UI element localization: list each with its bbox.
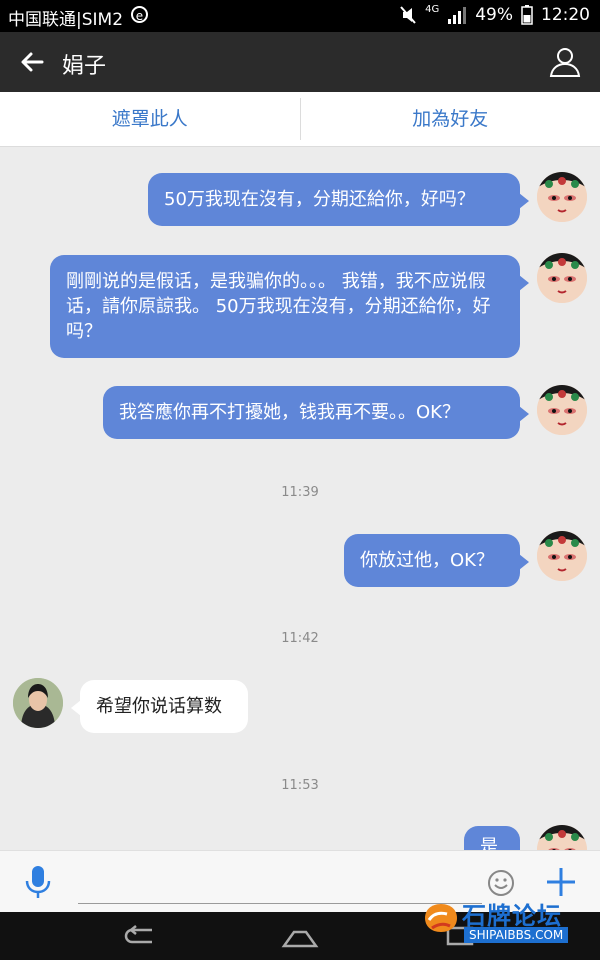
block-user-button[interactable]: 遮罩此人 xyxy=(0,92,300,146)
forum-watermark: 石牌论坛 SHIPAIBBS.COM xyxy=(420,896,596,948)
message-text: 你放过他，OK？ xyxy=(360,550,494,571)
watermark-title: 石牌论坛 xyxy=(462,902,562,930)
clock-label: 12:20 xyxy=(541,5,590,25)
contact-photo-avatar-image xyxy=(13,678,63,728)
message-text: 我答應你再不打擾她，钱我再不要。。OK？ xyxy=(119,402,460,423)
message-text: 是 xyxy=(480,836,498,850)
avatar[interactable] xyxy=(537,825,587,850)
back-arrow-icon[interactable] xyxy=(18,48,46,76)
message-text: 希望你说话算数 xyxy=(96,696,222,717)
message-bubble-out[interactable]: 50万我现在沒有，分期还給你，好吗？ xyxy=(148,173,529,226)
profile-icon[interactable] xyxy=(548,45,582,79)
message-bubble-in[interactable]: 希望你说话算数 xyxy=(71,680,248,733)
avatar[interactable] xyxy=(537,385,587,435)
emoji-icon[interactable] xyxy=(487,869,515,897)
chat-title: 娟子 xyxy=(62,54,107,79)
opera-face-avatar-image xyxy=(537,253,587,303)
message-bubble-out[interactable]: 剛剛说的是假话，是我骗你的。。。 我错，我不应说假话，請你原諒我。 50万我现在… xyxy=(50,255,529,358)
opera-face-avatar-image xyxy=(537,531,587,581)
add-friend-button[interactable]: 加為好友 xyxy=(301,92,600,146)
e-network-icon: e xyxy=(131,6,148,23)
message-bubble-out[interactable]: 你放过他，OK？ xyxy=(344,534,529,587)
plus-icon[interactable] xyxy=(545,866,577,898)
timestamp: 11:42 xyxy=(281,631,319,646)
message-text: 50万我现在沒有，分期还給你，好吗？ xyxy=(164,189,475,210)
app-bar: 娟子 xyxy=(0,32,600,92)
signal-icon xyxy=(448,7,467,24)
message-bubble-out[interactable]: 我答應你再不打擾她，钱我再不要。。OK？ xyxy=(103,386,529,439)
nav-back-icon[interactable] xyxy=(122,922,162,950)
avatar[interactable] xyxy=(13,678,63,728)
opera-face-avatar-image xyxy=(537,172,587,222)
avatar[interactable] xyxy=(537,172,587,222)
mute-icon xyxy=(400,6,416,24)
network-type-label: 4G xyxy=(425,3,440,15)
watermark-url: SHIPAIBBS.COM xyxy=(464,927,569,943)
battery-icon xyxy=(521,5,533,25)
opera-face-avatar-image xyxy=(537,385,587,435)
status-right: 4G 49% 12:20 xyxy=(399,3,590,25)
opera-face-avatar-image xyxy=(537,825,587,850)
carrier-label: 中国联通|SIM2 xyxy=(8,10,124,30)
message-bubble-out[interactable]: 是 xyxy=(464,826,520,850)
mic-icon[interactable] xyxy=(24,865,52,899)
timestamp: 11:53 xyxy=(281,778,319,793)
avatar[interactable] xyxy=(537,531,587,581)
watermark-logo-icon xyxy=(425,904,457,932)
message-text: 剛剛说的是假话，是我骗你的。。。 我错，我不应说假话，請你原諒我。 50万我现在… xyxy=(66,271,491,342)
battery-label: 49% xyxy=(475,5,513,25)
status-bar: 中国联通|SIM2 e 4G 49% 12:20 xyxy=(0,0,600,32)
nav-home-icon[interactable] xyxy=(280,922,320,950)
avatar[interactable] xyxy=(537,253,587,303)
action-row: 遮罩此人 加為好友 xyxy=(0,92,600,147)
timestamp: 11:39 xyxy=(281,485,319,500)
